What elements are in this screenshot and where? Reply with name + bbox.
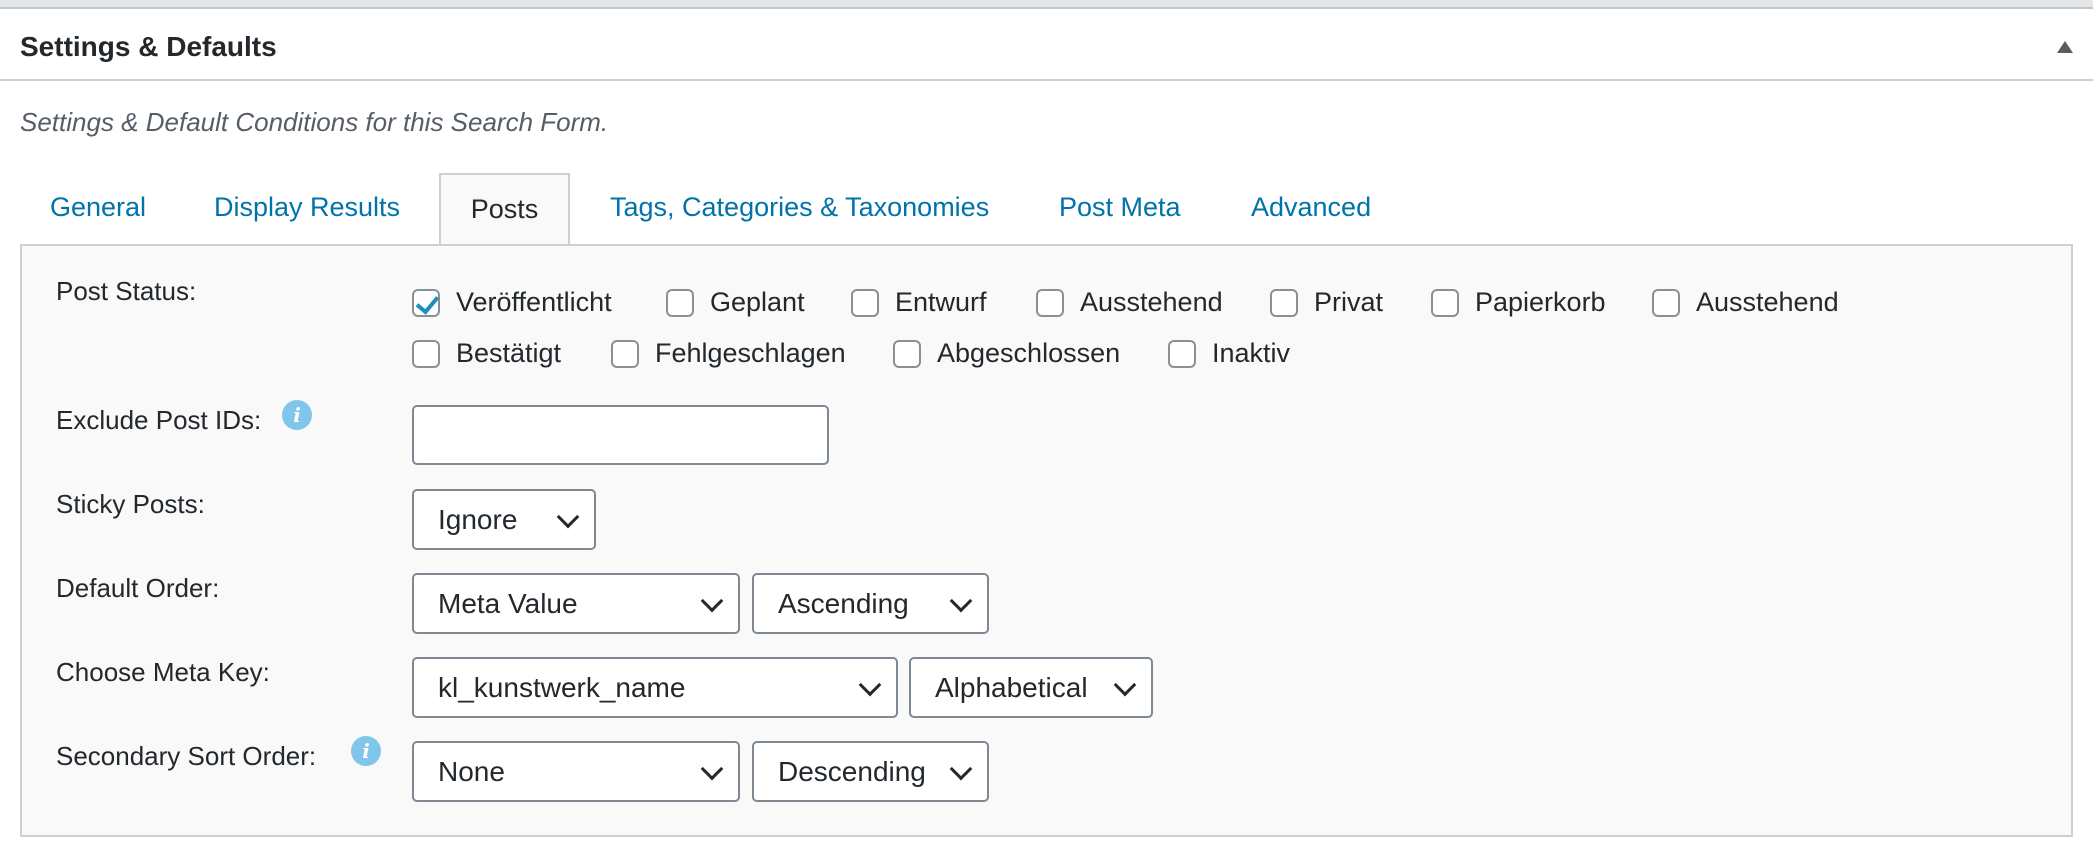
status-checkbox-veroeffentlicht[interactable]: Veröffentlicht [412,287,612,318]
checkbox-box[interactable] [1036,288,1064,317]
checkbox-box[interactable] [1431,288,1459,317]
chevron-down-icon [949,589,973,613]
sticky-posts-select[interactable]: Ignore [412,489,596,550]
secondary-sort-order-label: Secondary Sort Order: [56,741,317,771]
chevron-down-icon [700,757,724,781]
checkbox-box[interactable] [1270,288,1298,317]
status-checkbox-papierkorb[interactable]: Papierkorb [1431,287,1606,318]
settings-postbox: Settings & Defaults Settings & Default C… [0,9,2093,846]
checkbox-label: Papierkorb [1475,287,1606,317]
postbox-title: Settings & Defaults [20,31,277,62]
default-order-by-select[interactable]: Meta Value [412,573,740,634]
checkbox-box[interactable] [1652,288,1680,317]
select-value: kl_kunstwerk_name [438,672,686,703]
tab-advanced[interactable]: Advanced [1251,181,1371,251]
exclude-post-ids-label: Exclude Post IDs: [56,405,262,435]
status-checkbox-ausstehend-2[interactable]: Ausstehend [1652,287,1839,318]
checkbox-box[interactable] [412,339,440,368]
chevron-down-icon [556,505,580,529]
status-checkbox-fehlgeschlagen[interactable]: Fehlgeschlagen [611,338,846,369]
postbox-header[interactable]: Settings & Defaults [0,9,2093,81]
collapse-toggle-icon[interactable] [2057,41,2073,53]
checkbox-label: Geplant [710,287,805,317]
status-checkbox-privat[interactable]: Privat [1270,287,1383,318]
exclude-post-ids-input[interactable] [412,405,829,465]
meta-key-type-select[interactable]: Alphabetical [909,657,1153,718]
status-checkbox-abgeschlossen[interactable]: Abgeschlossen [893,338,1120,369]
select-value: Alphabetical [935,672,1088,703]
tab-panel-posts [20,244,2073,837]
status-checkbox-geplant[interactable]: Geplant [666,287,805,318]
default-order-direction-select[interactable]: Ascending [752,573,989,634]
secondary-sort-direction-select[interactable]: Descending [752,741,989,802]
chevron-down-icon [700,589,724,613]
checkbox-label: Fehlgeschlagen [655,338,846,368]
tab-post-meta[interactable]: Post Meta [1059,181,1181,251]
checkbox-box[interactable] [1168,339,1196,368]
secondary-sort-by-select[interactable]: None [412,741,740,802]
chevron-down-icon [949,757,973,781]
status-checkbox-entwurf[interactable]: Entwurf [851,287,987,318]
tab-general[interactable]: General [50,181,146,251]
chevron-down-icon [1113,673,1137,697]
checkbox-box[interactable] [412,288,440,317]
status-checkbox-bestaetigt[interactable]: Bestätigt [412,338,561,369]
meta-key-label: Choose Meta Key: [56,657,270,687]
checkbox-label: Abgeschlossen [937,338,1121,368]
top-edge [0,0,2093,9]
checkbox-box[interactable] [851,288,879,317]
checkbox-label: Ausstehend [1080,287,1223,317]
select-value: Ignore [438,504,518,535]
sticky-posts-label: Sticky Posts: [56,489,205,519]
tab-posts[interactable]: Posts [439,173,570,245]
info-icon[interactable]: i [282,400,312,430]
select-value: Meta Value [438,588,578,619]
meta-key-select[interactable]: kl_kunstwerk_name [412,657,898,718]
tab-display-results[interactable]: Display Results [214,181,400,251]
checkbox-box[interactable] [666,288,694,317]
default-order-label: Default Order: [56,573,220,603]
checkbox-label: Bestätigt [456,338,562,368]
checkbox-box[interactable] [893,339,921,368]
status-checkbox-ausstehend[interactable]: Ausstehend [1036,287,1223,318]
checkbox-box[interactable] [611,339,639,368]
checkbox-label: Veröffentlicht [456,287,612,317]
checkbox-label: Inaktiv [1212,338,1291,368]
checkbox-label: Entwurf [895,287,987,317]
select-value: Ascending [778,588,909,619]
postbox-description: Settings & Default Conditions for this S… [20,107,609,137]
select-value: None [438,756,505,787]
select-value: Descending [778,756,926,787]
checkbox-label: Privat [1314,287,1384,317]
status-checkbox-inaktiv[interactable]: Inaktiv [1168,338,1290,369]
info-icon[interactable]: i [351,736,381,766]
checkbox-label: Ausstehend [1696,287,1839,317]
tab-tags-categories-taxonomies[interactable]: Tags, Categories & Taxonomies [610,181,989,251]
post-status-label: Post Status: [56,276,197,306]
chevron-down-icon [858,673,882,697]
